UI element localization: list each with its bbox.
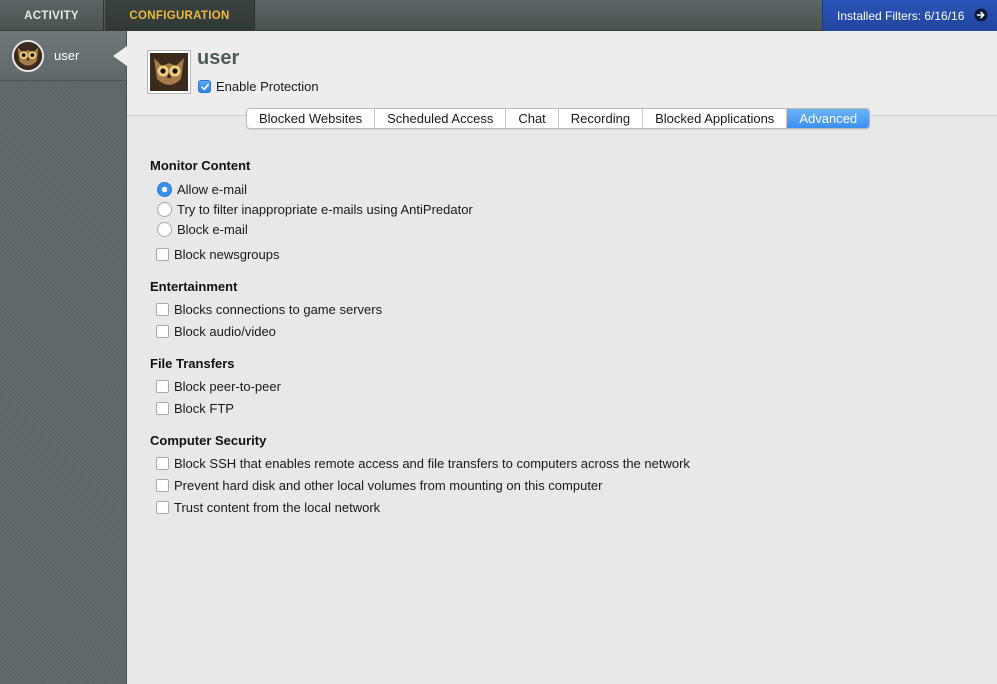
owl-picture-icon [150,53,188,91]
option-label: Trust content from the local network [174,500,381,515]
option-label: Block newsgroups [174,247,280,262]
tab-chat[interactable]: Chat [506,109,559,128]
radio-allow-email[interactable]: Allow e-mail [157,182,247,197]
enable-protection-row[interactable]: Enable Protection [198,79,319,94]
checkbox[interactable] [156,457,169,470]
arrow-right-circle-icon [974,8,988,22]
tab-activity[interactable]: ACTIVITY [0,0,104,31]
section-title-computer-security: Computer Security [150,433,267,448]
sidebar-user-label: user [54,48,80,63]
checkbox-prevent-mounting[interactable]: Prevent hard disk and other local volume… [156,478,603,493]
option-label: Allow e-mail [177,182,248,197]
option-label: Prevent hard disk and other local volume… [174,478,603,493]
checkmark-icon [200,83,209,90]
tab-recording[interactable]: Recording [559,109,644,128]
enable-protection-label: Enable Protection [216,79,319,94]
checkbox-block-audio-video[interactable]: Block audio/video [156,324,276,339]
tab-advanced[interactable]: Advanced [787,109,870,128]
option-label: Block FTP [174,401,234,416]
user-name-title: user [197,47,240,69]
option-label: Try to filter inappropriate e-mails usin… [177,202,473,217]
section-title-monitor-content: Monitor Content [150,158,251,173]
section-title-file-transfers: File Transfers [150,356,235,371]
checkbox-block-newsgroups[interactable]: Block newsgroups [156,247,280,262]
tab-configuration[interactable]: CONFIGURATION [105,0,255,31]
checkbox-block-p2p[interactable]: Block peer-to-peer [156,379,281,394]
owl-avatar-icon [12,39,44,72]
option-label: Blocks connections to game servers [174,302,383,317]
checkbox[interactable] [156,380,169,393]
section-title-entertainment: Entertainment [150,279,238,294]
option-label: Block peer-to-peer [174,379,281,394]
tab-scheduled-access[interactable]: Scheduled Access [375,109,507,128]
user-header: user Enable Protection [127,31,997,115]
radio-button[interactable] [157,222,172,237]
checkbox[interactable] [156,303,169,316]
enable-protection-checkbox[interactable] [198,80,211,93]
radio-button[interactable] [157,202,172,217]
checkbox-block-game-servers[interactable]: Blocks connections to game servers [156,302,382,317]
tab-blocked-websites[interactable]: Blocked Websites [247,109,376,128]
radio-block-email[interactable]: Block e-mail [157,222,248,237]
checkbox-block-ssh[interactable]: Block SSH that enables remote access and… [156,456,690,471]
checkbox-trust-local-network[interactable]: Trust content from the local network [156,500,380,515]
sidebar-item-user[interactable]: user [0,31,127,81]
checkbox[interactable] [156,402,169,415]
radio-button-selected[interactable] [157,182,172,197]
user-picture [147,50,191,94]
installed-filters-button[interactable]: Installed Filters: 6/16/16 [822,0,997,31]
top-bar: ACTIVITY CONFIGURATION Installed Filters… [0,0,997,31]
checkbox[interactable] [156,325,169,338]
checkbox[interactable] [156,248,169,261]
settings-tabs: Blocked Websites Scheduled Access Chat R… [246,108,871,129]
radio-filter-email[interactable]: Try to filter inappropriate e-mails usin… [157,202,473,217]
sidebar: user [0,31,127,684]
option-label: Block e-mail [177,222,248,237]
checkbox-block-ftp[interactable]: Block FTP [156,401,234,416]
selection-pointer [113,46,127,66]
installed-filters-label: Installed Filters: 6/16/16 [837,8,965,23]
checkbox[interactable] [156,501,169,514]
checkbox[interactable] [156,479,169,492]
option-label: Block SSH that enables remote access and… [174,456,690,471]
tab-blocked-applications[interactable]: Blocked Applications [643,109,788,128]
option-label: Block audio/video [174,324,276,339]
